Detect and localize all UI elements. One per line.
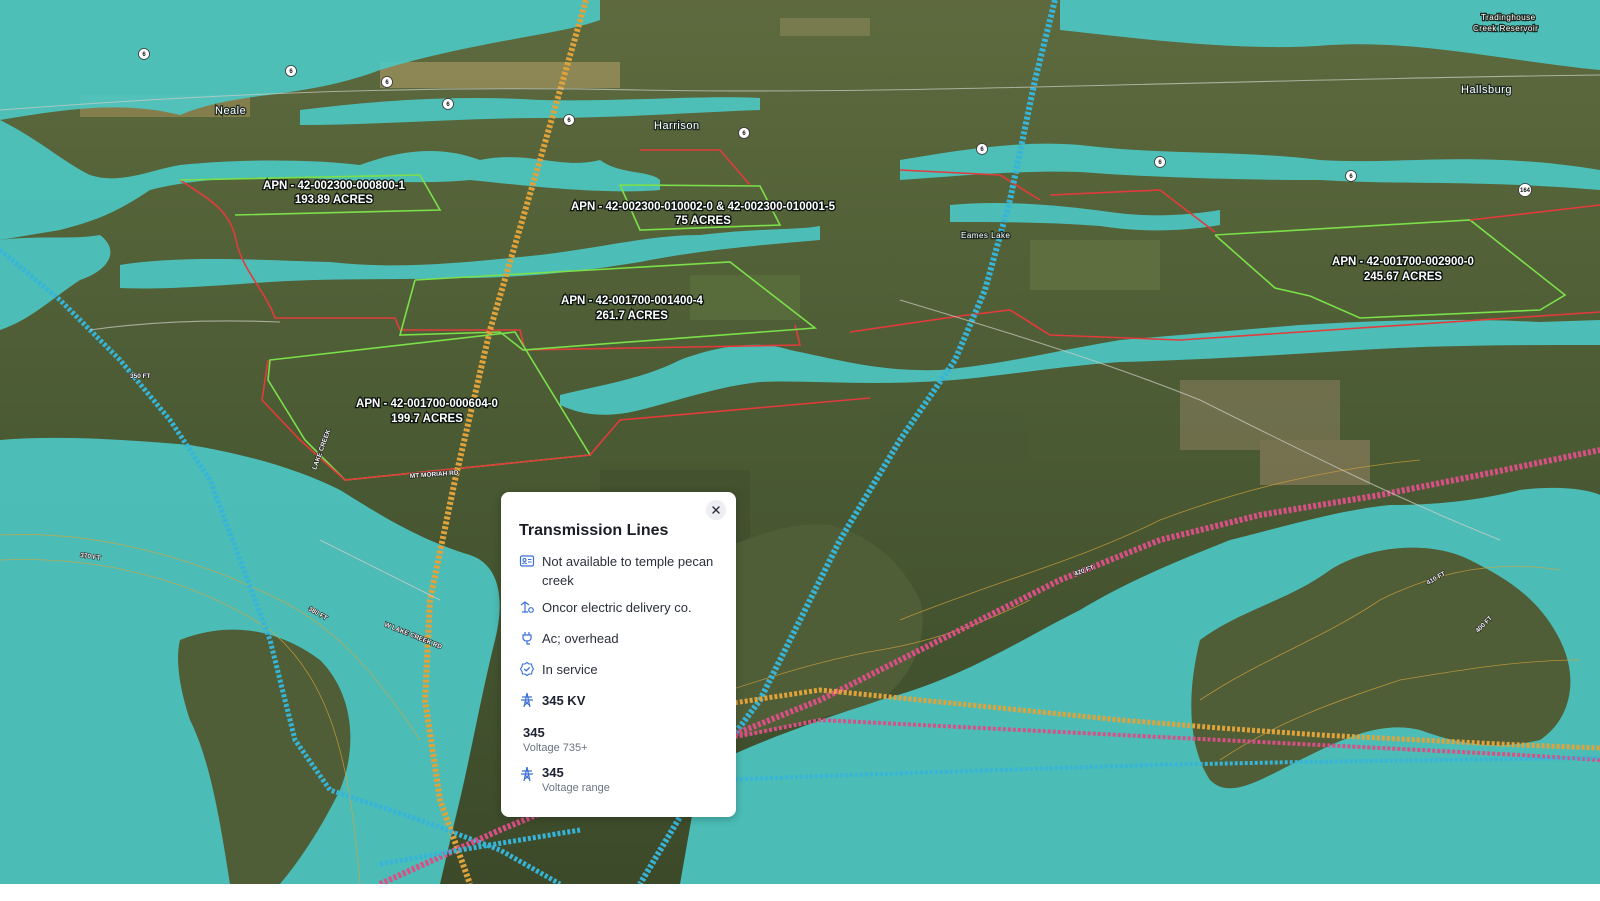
- popup-stat-voltage: 345 Voltage 735+: [523, 725, 588, 756]
- place-eames-lake: Eames Lake: [961, 231, 1011, 240]
- popup-title: Transmission Lines: [519, 522, 669, 539]
- place-hallsburg: Hallsburg: [1461, 84, 1512, 96]
- parcel-label-apn: APN - 42-002300-000800-1: [263, 180, 406, 192]
- popup-row-range: 345 Voltage range: [519, 765, 610, 796]
- svg-text:164: 164: [1520, 188, 1531, 194]
- contour-label: 350 FT: [130, 373, 151, 380]
- place-tradinghouse: Tradinghouse: [1481, 13, 1536, 22]
- parcel-label-apn: APN - 42-001700-002900-0: [1332, 256, 1474, 268]
- id-card-icon: [519, 555, 535, 567]
- close-icon: [712, 506, 720, 514]
- check-badge-icon: [519, 661, 535, 677]
- parcel-label-acres: 245.67 ACRES: [1364, 271, 1443, 283]
- kv-text: 345 KV: [542, 693, 586, 708]
- parcel-label-acres: 261.7 ACRES: [596, 310, 668, 322]
- popup-row-availability: Not available to temple pecan creek: [519, 552, 717, 590]
- parcel-label-acres: 75 ACRES: [675, 215, 731, 227]
- range-label: Voltage range: [542, 782, 610, 794]
- voltage-value: 345: [523, 725, 545, 740]
- owner-text: Oncor electric delivery co.: [542, 600, 692, 615]
- plug-icon: [522, 632, 532, 645]
- parcel-label-apn: APN - 42-001700-001400-4: [561, 295, 704, 307]
- transmission-line-popup: Transmission Lines Not available to temp…: [501, 492, 736, 817]
- place-harrison: Harrison: [654, 120, 700, 132]
- type-text: Ac; overhead: [542, 631, 619, 646]
- popup-row-kv: 345 KV: [519, 691, 717, 710]
- parcel-label-apn: APN - 42-002300-010002-0 & 42-002300-010…: [571, 201, 836, 213]
- popup-row-type: Ac; overhead: [519, 629, 717, 648]
- popup-row-owner: Oncor electric delivery co.: [519, 598, 717, 617]
- place-neale: Neale: [215, 105, 246, 117]
- parcel-label-acres: 193.89 ACRES: [295, 194, 374, 206]
- close-button[interactable]: [706, 500, 726, 520]
- place-creek-reservoir: Creek Reservoir: [1473, 24, 1538, 33]
- satellite-map[interactable]: 6 6 6 6 6 6 6 6 6 164 Neale Harrison Hal…: [0, 0, 1600, 884]
- parcel-label-acres: 199.7 ACRES: [391, 413, 463, 425]
- voltage-label: Voltage 735+: [523, 742, 588, 754]
- tower-icon: [521, 766, 533, 782]
- popup-row-status: In service: [519, 660, 717, 679]
- availability-text: Not available to temple pecan creek: [542, 554, 714, 588]
- tower-icon: [521, 692, 533, 708]
- range-value: 345: [542, 765, 564, 780]
- power-line-icon: [520, 601, 534, 613]
- parcel-label-apn: APN - 42-001700-000604-0: [356, 398, 498, 410]
- status-text: In service: [542, 662, 598, 677]
